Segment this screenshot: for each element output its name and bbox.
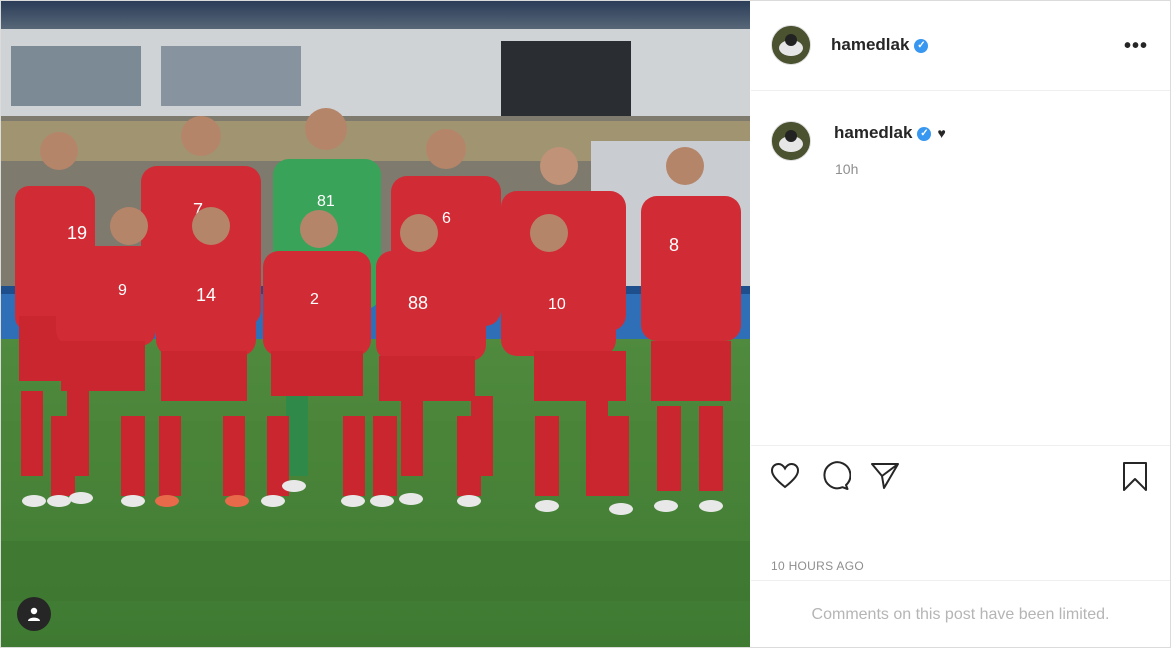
caption-avatar[interactable] xyxy=(771,121,811,161)
avatar-image xyxy=(772,122,810,160)
instagram-post: 19 7 81 6 8 9 14 2 88 10 hamedlak ✓ ••• … xyxy=(0,0,1171,648)
post-side-panel: hamedlak ✓ ••• hamedlak ✓ ♥ 10h 10 HOURS… xyxy=(751,1,1170,647)
like-button[interactable] xyxy=(769,460,801,497)
username-link[interactable]: hamedlak ✓ xyxy=(831,35,929,55)
more-options-button[interactable]: ••• xyxy=(1124,35,1148,58)
caption-text: ♥ xyxy=(937,125,946,141)
jersey-number: 14 xyxy=(196,285,216,305)
post-header: hamedlak ✓ ••• xyxy=(751,1,1170,91)
avatar[interactable] xyxy=(771,25,811,65)
action-bar: 10 HOURS AGO xyxy=(751,445,1170,580)
team-photo: 19 7 81 6 8 9 14 2 88 10 xyxy=(1,1,750,647)
jersey-number: 81 xyxy=(317,193,335,210)
caption-username-link[interactable]: hamedlak ✓ ♥ xyxy=(834,123,946,143)
jersey-number: 10 xyxy=(548,296,566,313)
heart-icon xyxy=(770,462,800,489)
verified-badge-icon: ✓ xyxy=(917,126,932,141)
caption-age[interactable]: 10h xyxy=(835,161,858,177)
caption-username-text: hamedlak xyxy=(834,123,913,142)
bookmark-icon xyxy=(1123,462,1147,491)
tagged-users-button[interactable] xyxy=(17,597,51,631)
jersey-number: 6 xyxy=(442,210,451,227)
user-tag-icon xyxy=(28,607,40,621)
jersey-number: 88 xyxy=(408,293,428,313)
jersey-number: 9 xyxy=(118,282,127,299)
comment-icon xyxy=(823,461,852,490)
caption-area: hamedlak ✓ ♥ 10h xyxy=(751,91,1170,445)
post-timestamp[interactable]: 10 HOURS AGO xyxy=(771,559,864,573)
paper-plane-icon xyxy=(871,463,899,489)
jersey-number: 8 xyxy=(669,235,679,255)
avatar-image xyxy=(772,26,810,64)
share-button[interactable] xyxy=(869,460,901,497)
comments-limited-notice: Comments on this post have been limited. xyxy=(751,580,1170,648)
jersey-number: 19 xyxy=(67,223,87,243)
comment-button[interactable] xyxy=(819,460,852,497)
jersey-number: 2 xyxy=(310,291,319,308)
post-photo[interactable]: 19 7 81 6 8 9 14 2 88 10 xyxy=(1,1,750,647)
save-button[interactable] xyxy=(1119,460,1151,497)
username-text: hamedlak xyxy=(831,35,910,54)
verified-badge-icon: ✓ xyxy=(914,38,929,53)
